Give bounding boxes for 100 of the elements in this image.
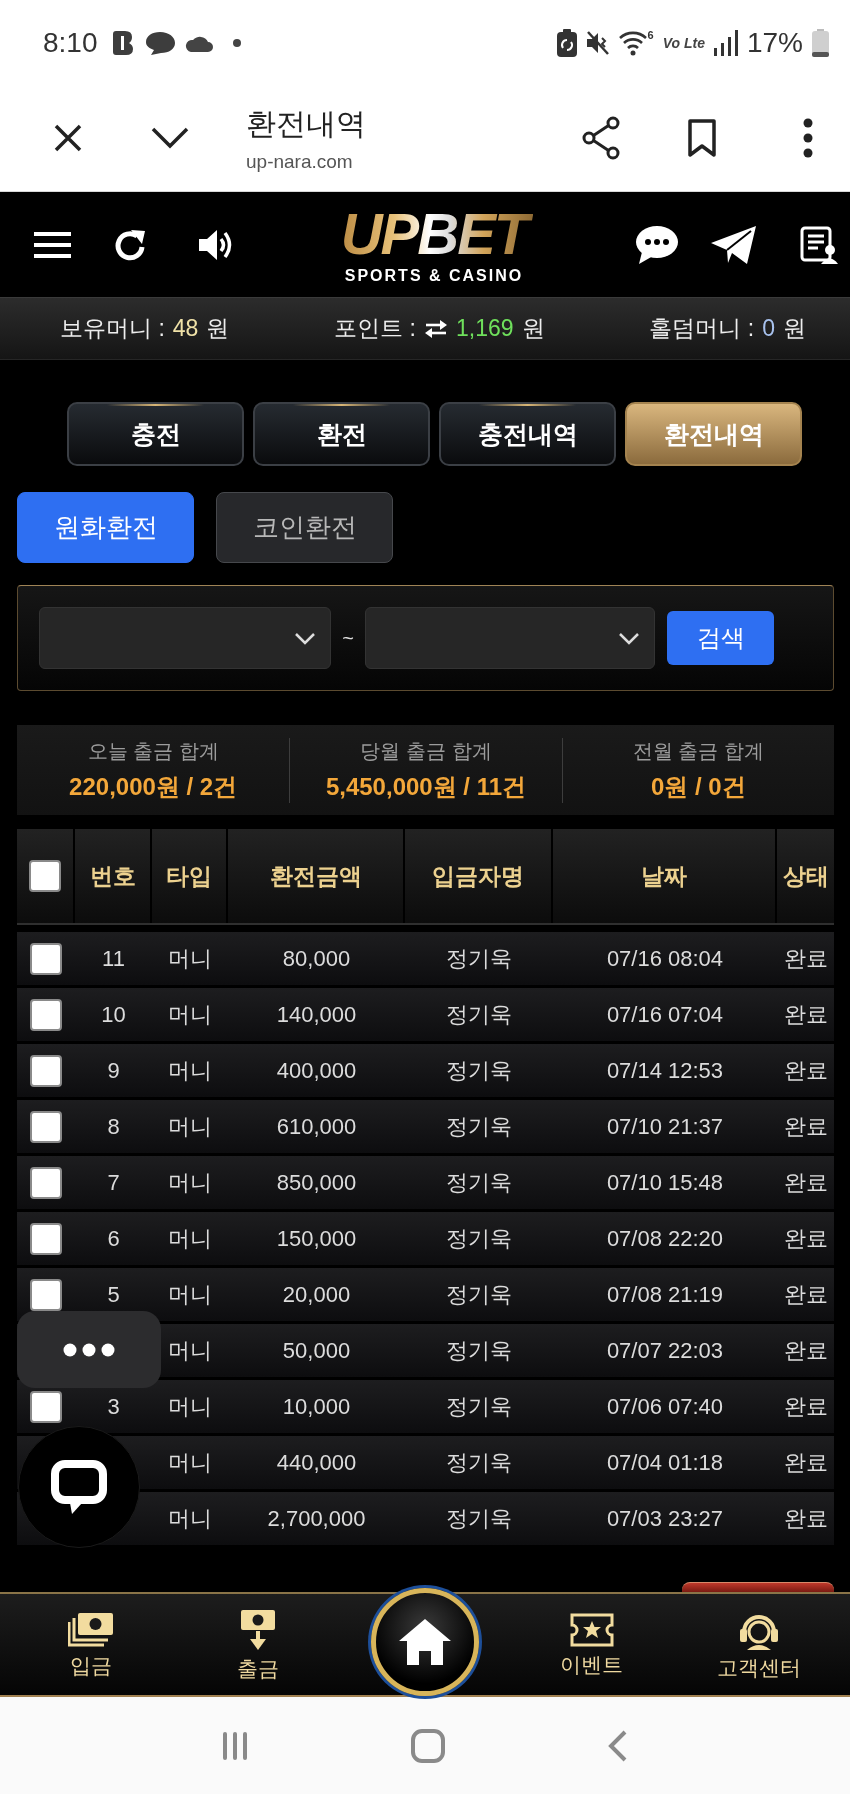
menu-icon[interactable] [34,231,71,258]
row-checkbox[interactable] [30,942,62,975]
balance-label: 포인트 : [334,314,416,343]
home-button[interactable] [371,1588,479,1696]
balance-label: 홀덤머니 : [649,314,755,343]
date-time: 07/04 01:18 [606,1449,724,1476]
row-number: 7 [107,1169,120,1196]
page-title: 환전내역 [246,105,367,142]
close-icon[interactable] [53,123,83,153]
nav-button[interactable]: 입금 [68,1612,115,1680]
status-text: 완료 [783,1336,828,1365]
search-button[interactable]: 검색 [667,611,774,665]
date-time: 07/07 22:03 [606,1337,724,1364]
money-type: 머니 [168,1336,212,1365]
row-checkbox[interactable] [30,1166,62,1199]
chevron-down-icon [618,631,640,645]
summary-label: 전월 출금 합계 [632,738,764,764]
row-number: 6 [107,1225,120,1252]
date-time: 07/10 15:48 [606,1169,724,1196]
balance-unit: 원 [206,314,230,343]
amount: 850,000 [276,1169,357,1196]
row-checkbox[interactable] [30,1110,62,1143]
money-type: 머니 [168,1392,212,1421]
network-label: Vo Lte [662,34,705,51]
row-checkbox[interactable] [30,1222,62,1255]
money-type: 머니 [168,1112,212,1141]
recent-apps-icon[interactable] [221,1730,248,1761]
nav-button[interactable]: 이벤트 [560,1613,624,1679]
tab[interactable]: 충전내역 [439,402,616,466]
chat-bubble-icon[interactable] [635,224,679,265]
refresh-icon[interactable] [114,227,147,262]
money-type: 머니 [168,1224,212,1253]
row-checkbox[interactable] [30,1278,62,1311]
summary-label: 오늘 출금 합계 [87,738,219,764]
nav-button[interactable]: 출금 [237,1609,280,1683]
date-time: 07/10 21:37 [606,1113,724,1140]
depositor-name: 정기욱 [446,1392,512,1421]
row-number: 11 [102,945,125,972]
nav-button[interactable]: 고객센터 [716,1610,801,1682]
summary-label: 당월 출금 합계 [360,738,492,764]
money-type: 머니 [168,1280,212,1309]
profile-document-icon[interactable] [800,225,838,264]
bookmark-icon[interactable] [687,118,717,158]
chevron-down-icon[interactable] [151,127,189,149]
back-icon[interactable] [608,1729,629,1762]
status-text: 완료 [783,1056,828,1085]
share-icon[interactable] [582,116,620,160]
amount: 20,000 [282,1281,351,1308]
battery-percent: 17% [746,26,803,59]
depositor-name: 정기욱 [446,1448,512,1477]
more-options-icon[interactable] [803,118,813,158]
date-time: 07/08 21:19 [606,1281,724,1308]
paper-plane-icon[interactable] [711,225,756,264]
notification-dot-icon [232,38,241,47]
ticket-star-icon [569,1613,614,1647]
status-text: 완료 [783,944,828,973]
speaker-icon[interactable] [197,227,233,262]
row-checkbox[interactable] [30,1054,62,1087]
signal-icon [713,29,738,56]
depositor-name: 정기욱 [446,1336,512,1365]
battery-saver-icon [556,28,577,57]
row-number: 8 [107,1113,120,1140]
date-time: 07/03 23:27 [606,1505,724,1532]
subtab[interactable]: 코인환전 [216,492,393,563]
mute-icon [585,29,610,56]
amount: 150,000 [276,1225,357,1252]
battery-icon [812,28,829,57]
date-time: 07/16 07:04 [606,1001,724,1028]
row-number: 5 [107,1281,120,1308]
more-button[interactable] [17,1311,161,1388]
status-text: 완료 [783,1504,828,1533]
column-header: 날짜 [553,829,777,923]
row-number: 10 [101,1001,126,1028]
row-checkbox[interactable] [30,1390,62,1423]
date-time: 07/08 22:20 [606,1225,724,1252]
cut-off-button[interactable] [682,1582,834,1592]
clock-time: 8:10 [43,26,98,59]
row-number: 3 [107,1393,120,1420]
home-icon[interactable] [411,1728,445,1763]
depositor-name: 정기욱 [446,1224,512,1253]
amount: 10,000 [282,1393,351,1420]
tab[interactable]: 충전 [67,402,244,466]
status-text: 완료 [783,1224,828,1253]
money-type: 머니 [168,944,212,973]
select-all-checkbox[interactable] [29,860,61,892]
chevron-down-icon [294,631,316,645]
logo-tagline: SPORTS & CASINO [344,266,524,285]
column-header: 번호 [75,829,152,923]
summary-value: 5,450,000원 / 11건 [325,771,527,802]
wifi-standard-label: 6 [647,29,654,41]
amount: 440,000 [276,1449,357,1476]
amount: 610,000 [276,1113,357,1140]
status-text: 완료 [783,1112,828,1141]
row-checkbox[interactable] [30,998,62,1031]
depositor-name: 정기욱 [446,1504,512,1533]
tab[interactable]: 환전 [253,402,430,466]
subtab[interactable]: 원화환전 [17,492,194,563]
column-header: 환전금액 [228,829,405,923]
column-header: 입금자명 [405,829,553,923]
ellipsis-icon [62,1341,116,1358]
